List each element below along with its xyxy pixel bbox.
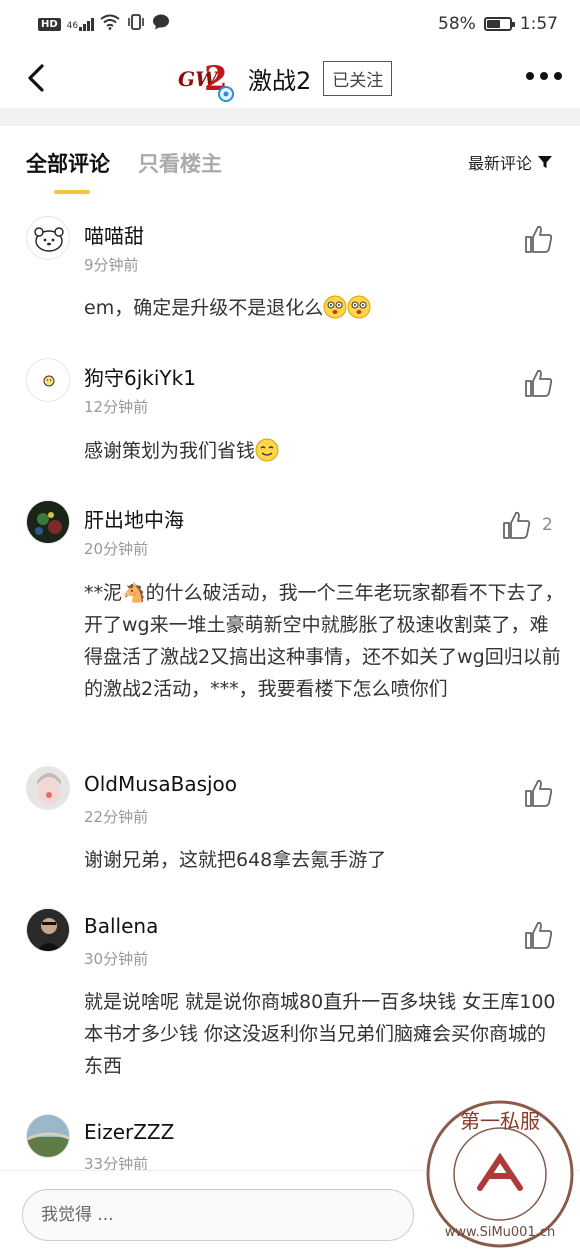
thumbs-up-icon	[525, 225, 553, 253]
wifi-icon	[100, 14, 120, 34]
like-button[interactable]	[524, 368, 554, 398]
comment-time: 30分钟前	[84, 950, 149, 968]
comment-time: 9分钟前	[84, 256, 139, 274]
comment-text: **泥🐴的什么破活动，我一个三年老玩家都看不下去了，开了wg来一堆土豪萌新空中就…	[84, 582, 564, 700]
comment-item: 肝出地中海 20分钟前 **泥🐴的什么破活动，我一个三年老玩家都看不下去了，开了…	[0, 486, 580, 752]
clock: 1:57	[519, 14, 558, 34]
comment-text: 就是说啥呢 就是说你商城80直升一百多块钱 女王库100本书才多少钱 你这没返利…	[84, 991, 556, 1077]
avatar[interactable]	[26, 216, 70, 260]
watermark-title: 第一私服	[460, 1109, 540, 1133]
comment-tabs: 全部评论 只看楼主 最新评论	[0, 126, 580, 204]
more-icon[interactable]	[526, 66, 562, 86]
comment-time: 22分钟前	[84, 808, 149, 826]
dizzy-emoji-icon	[323, 295, 347, 319]
comment-time: 12分钟前	[84, 398, 149, 416]
tab-all-comments[interactable]: 全部评论	[26, 148, 110, 178]
network-type: 46	[66, 20, 79, 31]
watermark-seal: 第一私服 www.SiMu001.cn	[424, 1098, 576, 1250]
comment-input[interactable]	[22, 1189, 414, 1241]
thumbs-up-icon	[525, 921, 553, 949]
comment-username[interactable]: Ballena	[84, 914, 158, 938]
message-icon	[152, 14, 170, 34]
sort-button[interactable]: 最新评论	[468, 150, 552, 174]
comment-username[interactable]: 喵喵甜	[84, 220, 144, 249]
status-bar: HD 46 58% 1:57	[0, 0, 580, 48]
comment-text: 谢谢兄弟，这就把648拿去氪手游了	[84, 849, 387, 871]
dizzy-emoji-icon	[347, 295, 371, 319]
comment-text: em，确定是升级不是退化么	[84, 292, 564, 324]
thumbs-up-icon	[503, 511, 531, 539]
section-divider	[0, 108, 580, 126]
like-button[interactable]	[524, 920, 554, 950]
watermark-url: www.SiMu001.cn	[445, 1225, 556, 1240]
like-count: 2	[542, 515, 553, 535]
like-button[interactable]	[524, 778, 554, 808]
comment-item: 狗守6jkiYk1 12分钟前 感谢策划为我们省钱	[0, 344, 580, 486]
sort-label: 最新评论	[467, 154, 532, 173]
comment-time: 20分钟前	[84, 540, 149, 558]
active-tab-indicator	[54, 190, 90, 194]
comment-item: 喵喵甜 9分钟前 em，确定是升级不是退化么	[0, 204, 580, 344]
thumbs-up-icon	[525, 779, 553, 807]
filter-icon	[538, 156, 552, 168]
comment-username[interactable]: 肝出地中海	[84, 504, 184, 533]
avatar[interactable]	[26, 500, 70, 544]
vibrate-icon	[126, 14, 146, 34]
page-title: 激战2	[248, 66, 312, 95]
comment-username[interactable]: 狗守6jkiYk1	[84, 362, 196, 391]
comment-text: 感谢策划为我们省钱	[84, 435, 564, 467]
back-arrow-icon	[28, 64, 44, 92]
hd-icon: HD	[38, 17, 61, 31]
like-button[interactable]: 2	[502, 510, 553, 540]
comment-item: OldMusaBasjoo 22分钟前 谢谢兄弟，这就把648拿去氪手游了	[0, 752, 580, 894]
smile-emoji-icon	[255, 438, 279, 462]
avatar[interactable]	[26, 358, 70, 402]
battery-icon	[483, 17, 515, 31]
comment-username[interactable]: EizerZZZ	[84, 1120, 174, 1144]
avatar[interactable]	[26, 908, 70, 952]
cell-signal-icon: 46	[66, 17, 95, 31]
tab-op-only[interactable]: 只看楼主	[138, 148, 222, 178]
comment-item: Ballena 30分钟前 就是说啥呢 就是说你商城80直升一百多块钱 女王库1…	[0, 894, 580, 1100]
app-header: GW 2 激战2 已关注	[0, 48, 580, 108]
battery-percent: 58%	[438, 14, 476, 34]
thumbs-up-icon	[525, 369, 553, 397]
back-button[interactable]	[22, 62, 52, 94]
like-button[interactable]	[524, 224, 554, 254]
avatar[interactable]	[26, 1114, 70, 1158]
comment-username[interactable]: OldMusaBasjoo	[84, 772, 237, 796]
avatar[interactable]	[26, 766, 70, 810]
follow-button[interactable]: 已关注	[323, 60, 393, 96]
game-logo: GW 2	[176, 54, 236, 102]
